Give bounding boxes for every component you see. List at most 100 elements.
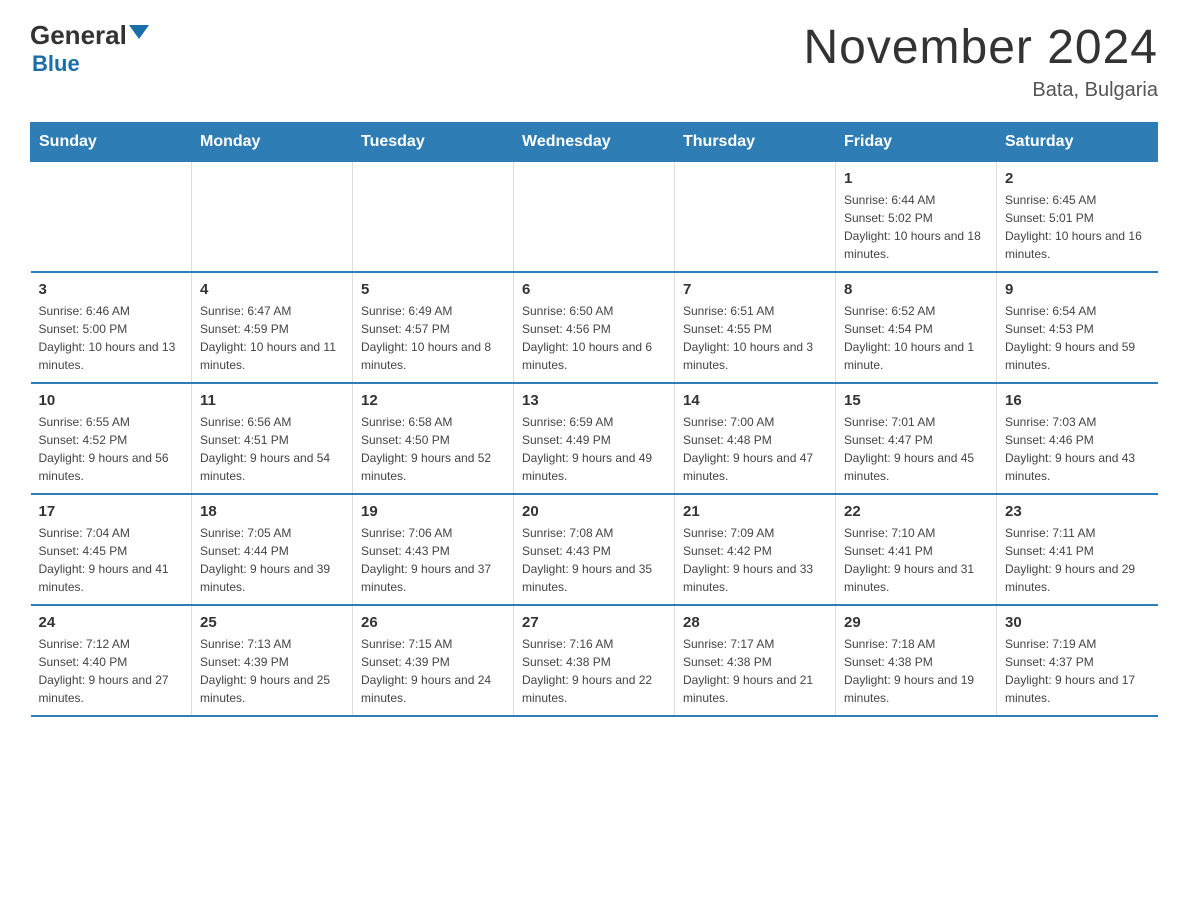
day-number: 3 (39, 281, 184, 298)
day-number: 28 (683, 614, 827, 631)
calendar-week-row: 1Sunrise: 6:44 AMSunset: 5:02 PMDaylight… (31, 162, 1158, 273)
calendar-cell (192, 162, 353, 273)
calendar-table: SundayMondayTuesdayWednesdayThursdayFrid… (30, 122, 1158, 717)
logo-triangle-icon (129, 25, 149, 39)
location: Bata, Bulgaria (803, 79, 1158, 102)
day-info: Sunrise: 7:01 AMSunset: 4:47 PMDaylight:… (844, 413, 988, 485)
day-info: Sunrise: 6:52 AMSunset: 4:54 PMDaylight:… (844, 302, 988, 374)
day-info: Sunrise: 7:03 AMSunset: 4:46 PMDaylight:… (1005, 413, 1150, 485)
day-info: Sunrise: 7:10 AMSunset: 4:41 PMDaylight:… (844, 524, 988, 596)
day-number: 21 (683, 503, 827, 520)
calendar-cell: 15 Sunrise: 7:01 AMSunset: 4:47 PMDayligh… (836, 383, 997, 494)
day-info: Sunrise: 6:59 AMSunset: 4:49 PMDaylight:… (522, 413, 666, 485)
day-number: 2 (1005, 170, 1150, 187)
calendar-cell (31, 162, 192, 273)
calendar-cell: 12 Sunrise: 6:58 AMSunset: 4:50 PMDayligh… (353, 383, 514, 494)
day-info: Sunrise: 6:56 AMSunset: 4:51 PMDaylight:… (200, 413, 344, 485)
day-number: 12 (361, 392, 505, 409)
calendar-day-header: Monday (192, 123, 353, 162)
calendar-day-header: Tuesday (353, 123, 514, 162)
day-number: 7 (683, 281, 827, 298)
calendar-cell: 19Sunrise: 7:06 AMSunset: 4:43 PMDayligh… (353, 494, 514, 605)
calendar-cell: 5 Sunrise: 6:49 AMSunset: 4:57 PMDaylight… (353, 272, 514, 383)
calendar-day-header: Thursday (675, 123, 836, 162)
day-info: Sunrise: 7:04 AMSunset: 4:45 PMDaylight:… (39, 524, 184, 596)
calendar-cell: 7 Sunrise: 6:51 AMSunset: 4:55 PMDaylight… (675, 272, 836, 383)
day-number: 8 (844, 281, 988, 298)
calendar-cell: 25 Sunrise: 7:13 AMSunset: 4:39 PMDayligh… (192, 605, 353, 716)
day-number: 4 (200, 281, 344, 298)
calendar-cell: 21 Sunrise: 7:09 AMSunset: 4:42 PMDayligh… (675, 494, 836, 605)
day-number: 14 (683, 392, 827, 409)
calendar-cell (353, 162, 514, 273)
calendar-cell (675, 162, 836, 273)
day-info: Sunrise: 7:13 AMSunset: 4:39 PMDaylight:… (200, 635, 344, 707)
calendar-header-row: SundayMondayTuesdayWednesdayThursdayFrid… (31, 123, 1158, 162)
calendar-cell: 23Sunrise: 7:11 AMSunset: 4:41 PMDayligh… (997, 494, 1158, 605)
day-number: 17 (39, 503, 184, 520)
day-info: Sunrise: 6:58 AMSunset: 4:50 PMDaylight:… (361, 413, 505, 485)
calendar-cell: 11 Sunrise: 6:56 AMSunset: 4:51 PMDayligh… (192, 383, 353, 494)
calendar-cell: 10 Sunrise: 6:55 AMSunset: 4:52 PMDayligh… (31, 383, 192, 494)
calendar-week-row: 24Sunrise: 7:12 AMSunset: 4:40 PMDayligh… (31, 605, 1158, 716)
day-info: Sunrise: 6:55 AMSunset: 4:52 PMDaylight:… (39, 413, 184, 485)
page-header: General Blue November 2024 Bata, Bulgari… (30, 20, 1158, 102)
day-number: 22 (844, 503, 988, 520)
day-number: 19 (361, 503, 505, 520)
day-number: 18 (200, 503, 344, 520)
calendar-cell: 2 Sunrise: 6:45 AMSunset: 5:01 PMDaylight… (997, 162, 1158, 273)
calendar-cell: 20Sunrise: 7:08 AMSunset: 4:43 PMDayligh… (514, 494, 675, 605)
day-info: Sunrise: 6:50 AMSunset: 4:56 PMDaylight:… (522, 302, 666, 374)
calendar-cell: 22 Sunrise: 7:10 AMSunset: 4:41 PMDayligh… (836, 494, 997, 605)
day-number: 9 (1005, 281, 1150, 298)
calendar-cell: 27 Sunrise: 7:16 AMSunset: 4:38 PMDayligh… (514, 605, 675, 716)
calendar-cell: 3 Sunrise: 6:46 AMSunset: 5:00 PMDaylight… (31, 272, 192, 383)
day-info: Sunrise: 7:15 AMSunset: 4:39 PMDaylight:… (361, 635, 505, 707)
month-title: November 2024 (803, 20, 1158, 75)
day-number: 27 (522, 614, 666, 631)
day-number: 5 (361, 281, 505, 298)
day-number: 30 (1005, 614, 1150, 631)
day-info: Sunrise: 6:49 AMSunset: 4:57 PMDaylight:… (361, 302, 505, 374)
day-number: 25 (200, 614, 344, 631)
day-info: Sunrise: 6:47 AMSunset: 4:59 PMDaylight:… (200, 302, 344, 374)
logo-general: General (30, 20, 127, 51)
calendar-cell (514, 162, 675, 273)
day-number: 16 (1005, 392, 1150, 409)
day-info: Sunrise: 7:11 AMSunset: 4:41 PMDaylight:… (1005, 524, 1150, 596)
calendar-cell: 18 Sunrise: 7:05 AMSunset: 4:44 PMDayligh… (192, 494, 353, 605)
calendar-cell: 28 Sunrise: 7:17 AMSunset: 4:38 PMDayligh… (675, 605, 836, 716)
calendar-cell: 4 Sunrise: 6:47 AMSunset: 4:59 PMDaylight… (192, 272, 353, 383)
calendar-cell: 17 Sunrise: 7:04 AMSunset: 4:45 PMDayligh… (31, 494, 192, 605)
day-info: Sunrise: 7:16 AMSunset: 4:38 PMDaylight:… (522, 635, 666, 707)
day-number: 20 (522, 503, 666, 520)
calendar-week-row: 10 Sunrise: 6:55 AMSunset: 4:52 PMDayligh… (31, 383, 1158, 494)
calendar-cell: 8 Sunrise: 6:52 AMSunset: 4:54 PMDaylight… (836, 272, 997, 383)
day-info: Sunrise: 7:09 AMSunset: 4:42 PMDaylight:… (683, 524, 827, 596)
logo: General Blue (30, 20, 149, 77)
day-number: 11 (200, 392, 344, 409)
calendar-day-header: Wednesday (514, 123, 675, 162)
calendar-week-row: 17 Sunrise: 7:04 AMSunset: 4:45 PMDayligh… (31, 494, 1158, 605)
calendar-cell: 1Sunrise: 6:44 AMSunset: 5:02 PMDaylight… (836, 162, 997, 273)
day-number: 10 (39, 392, 184, 409)
calendar-cell: 29 Sunrise: 7:18 AMSunset: 4:38 PMDayligh… (836, 605, 997, 716)
day-info: Sunrise: 7:17 AMSunset: 4:38 PMDaylight:… (683, 635, 827, 707)
day-info: Sunrise: 6:54 AMSunset: 4:53 PMDaylight:… (1005, 302, 1150, 374)
calendar-day-header: Friday (836, 123, 997, 162)
day-info: Sunrise: 6:45 AMSunset: 5:01 PMDaylight:… (1005, 191, 1150, 263)
calendar-cell: 24Sunrise: 7:12 AMSunset: 4:40 PMDayligh… (31, 605, 192, 716)
day-number: 29 (844, 614, 988, 631)
day-info: Sunrise: 6:46 AMSunset: 5:00 PMDaylight:… (39, 302, 184, 374)
calendar-day-header: Saturday (997, 123, 1158, 162)
day-number: 15 (844, 392, 988, 409)
day-number: 13 (522, 392, 666, 409)
day-number: 1 (844, 170, 988, 187)
day-info: Sunrise: 6:51 AMSunset: 4:55 PMDaylight:… (683, 302, 827, 374)
calendar-week-row: 3 Sunrise: 6:46 AMSunset: 5:00 PMDaylight… (31, 272, 1158, 383)
calendar-day-header: Sunday (31, 123, 192, 162)
day-info: Sunrise: 7:18 AMSunset: 4:38 PMDaylight:… (844, 635, 988, 707)
day-info: Sunrise: 7:19 AMSunset: 4:37 PMDaylight:… (1005, 635, 1150, 707)
calendar-cell: 13 Sunrise: 6:59 AMSunset: 4:49 PMDayligh… (514, 383, 675, 494)
day-info: Sunrise: 7:05 AMSunset: 4:44 PMDaylight:… (200, 524, 344, 596)
